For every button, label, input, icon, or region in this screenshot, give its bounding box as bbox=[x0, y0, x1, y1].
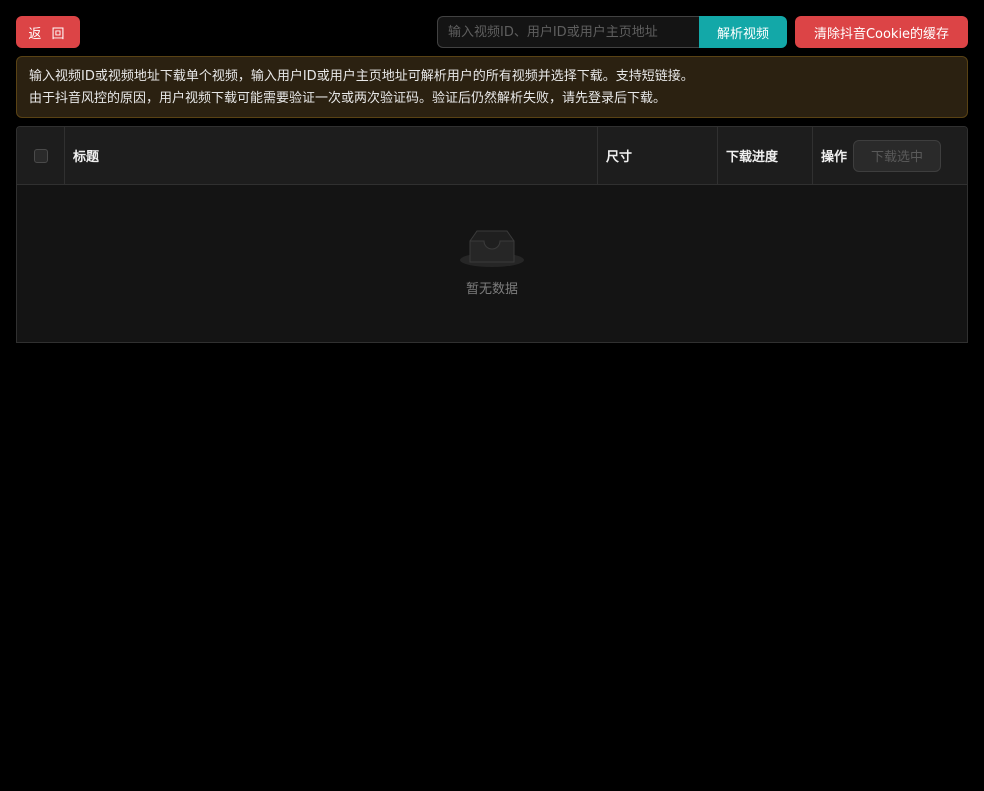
column-action-label: 操作 bbox=[821, 150, 848, 165]
column-progress-label: 下载进度 bbox=[726, 150, 779, 165]
search-group: 解析视频 bbox=[437, 16, 787, 48]
select-all-cell bbox=[17, 127, 65, 184]
notice-line-2: 由于抖音风控的原因，用户视频下载可能需要验证一次或两次验证码。验证后仍然解析失败… bbox=[29, 91, 667, 106]
parse-video-button[interactable]: 解析视频 bbox=[699, 16, 787, 48]
select-all-checkbox[interactable] bbox=[33, 148, 48, 163]
notice-line-1: 输入视频ID或视频地址下载单个视频，输入用户ID或用户主页地址可解析用户的所有视… bbox=[29, 69, 694, 84]
table-header: 标题 尺寸 下载进度 操作 下载选中 bbox=[17, 127, 967, 185]
empty-state: 暂无数据 bbox=[17, 185, 967, 343]
notice-alert: 输入视频ID或视频地址下载单个视频，输入用户ID或用户主页地址可解析用户的所有视… bbox=[16, 56, 968, 118]
clear-cookie-button[interactable]: 清除抖音Cookie的缓存 bbox=[795, 16, 968, 48]
column-progress: 下载进度 bbox=[718, 127, 813, 184]
column-title-label: 标题 bbox=[73, 150, 100, 165]
column-size-label: 尺寸 bbox=[606, 150, 633, 165]
search-input[interactable] bbox=[437, 16, 699, 48]
back-button[interactable]: 返 回 bbox=[16, 16, 80, 48]
column-title: 标题 bbox=[65, 127, 598, 184]
column-action: 操作 下载选中 bbox=[813, 127, 967, 184]
column-size: 尺寸 bbox=[598, 127, 718, 184]
download-selected-button[interactable]: 下载选中 bbox=[853, 139, 942, 172]
empty-text: 暂无数据 bbox=[465, 282, 518, 297]
video-table: 标题 尺寸 下载进度 操作 下载选中 暂无数据 bbox=[16, 126, 968, 343]
page: 返 回 解析视频 清除抖音Cookie的缓存 输入视频ID或视频地址下载单个视频… bbox=[0, 0, 984, 791]
empty-inbox-icon bbox=[460, 230, 524, 267]
